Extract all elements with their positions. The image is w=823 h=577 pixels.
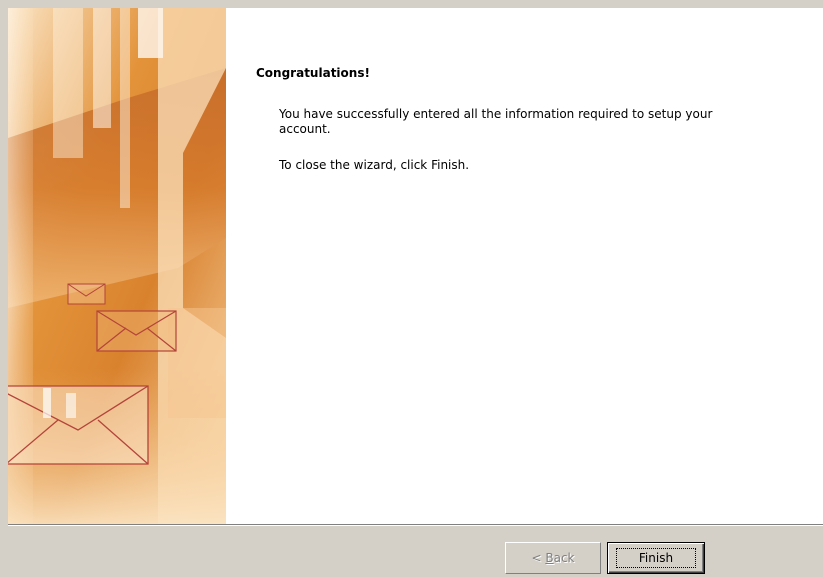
envelope-icon	[96, 310, 177, 352]
wizard-page: Congratulations! You have successfully e…	[8, 8, 823, 524]
close-instruction: To close the wizard, click Finish.	[279, 158, 470, 172]
finish-button-label: Finish	[615, 548, 697, 568]
back-button-label: < Back	[531, 551, 575, 565]
envelope-icon	[8, 385, 149, 465]
finish-button[interactable]: Finish	[607, 542, 705, 574]
envelope-icon	[67, 283, 106, 305]
banner-graphic	[8, 8, 226, 524]
back-button[interactable]: < Back	[505, 542, 601, 574]
wizard-content: Congratulations! You have successfully e…	[256, 66, 796, 173]
button-separator	[8, 524, 823, 526]
page-title: Congratulations!	[256, 66, 370, 80]
success-message: You have successfully entered all the in…	[279, 107, 713, 136]
